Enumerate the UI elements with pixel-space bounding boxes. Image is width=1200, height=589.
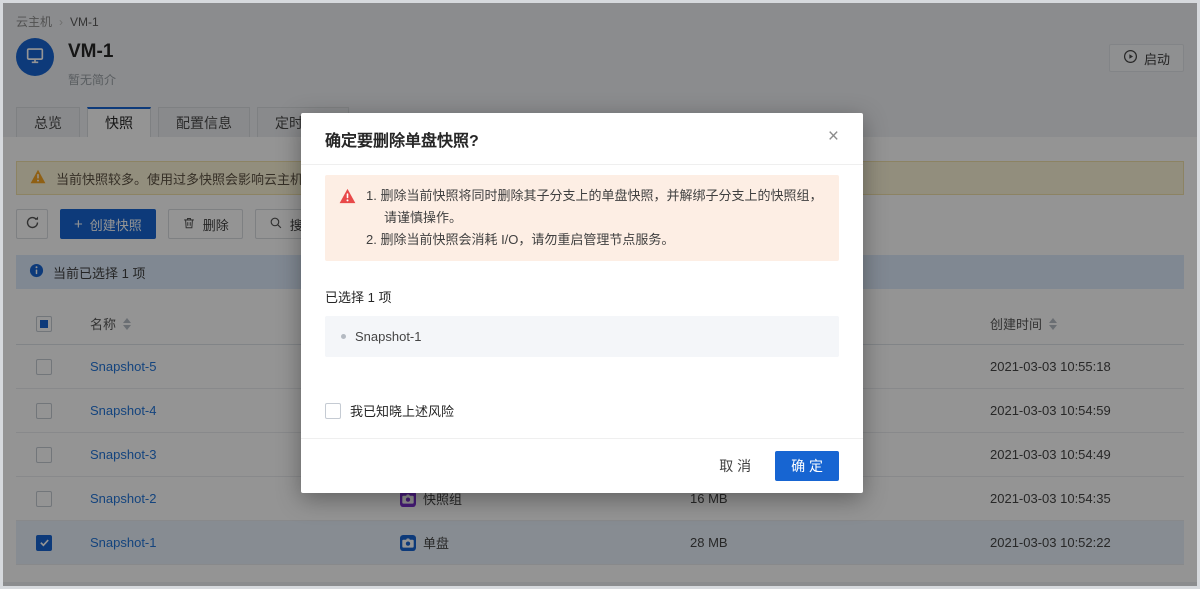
- selected-count-label: 已选择 1 项: [325, 287, 839, 306]
- cancel-button[interactable]: 取 消: [717, 452, 753, 480]
- modal-footer: 取 消 确 定: [301, 438, 863, 493]
- risk-acknowledge-row[interactable]: 我已知晓上述风险: [325, 401, 839, 420]
- alert-line-2: 2. 删除当前快照会消耗 I/O，请勿重启管理节点服务。: [366, 229, 825, 251]
- modal-body: 1. 删除当前快照将同时删除其子分支上的单盘快照，并解绑子分支上的快照组，请谨慎…: [301, 165, 863, 438]
- delete-snapshot-modal: 确定要删除单盘快照? × 1. 删除当前快照将同时删除其子分支上的单盘快照，并解…: [301, 113, 863, 493]
- confirm-button[interactable]: 确 定: [775, 451, 839, 481]
- close-icon[interactable]: ×: [822, 124, 845, 150]
- risk-acknowledge-checkbox[interactable]: [325, 403, 341, 419]
- alert-text: 1. 删除当前快照将同时删除其子分支上的单盘快照，并解绑子分支上的快照组，请谨慎…: [366, 185, 825, 251]
- selected-items-box: Snapshot-1: [325, 316, 839, 357]
- bullet-icon: [341, 334, 346, 339]
- selected-item-name: Snapshot-1: [355, 329, 422, 344]
- risk-acknowledge-label: 我已知晓上述风险: [350, 401, 454, 420]
- alert-line-1: 1. 删除当前快照将同时删除其子分支上的单盘快照，并解绑子分支上的快照组，请谨慎…: [366, 185, 825, 229]
- alert-triangle-icon: [339, 188, 356, 251]
- modal-header: 确定要删除单盘快照? ×: [301, 113, 863, 165]
- modal-title: 确定要删除单盘快照?: [325, 133, 479, 150]
- danger-alert: 1. 删除当前快照将同时删除其子分支上的单盘快照，并解绑子分支上的快照组，请谨慎…: [325, 175, 839, 261]
